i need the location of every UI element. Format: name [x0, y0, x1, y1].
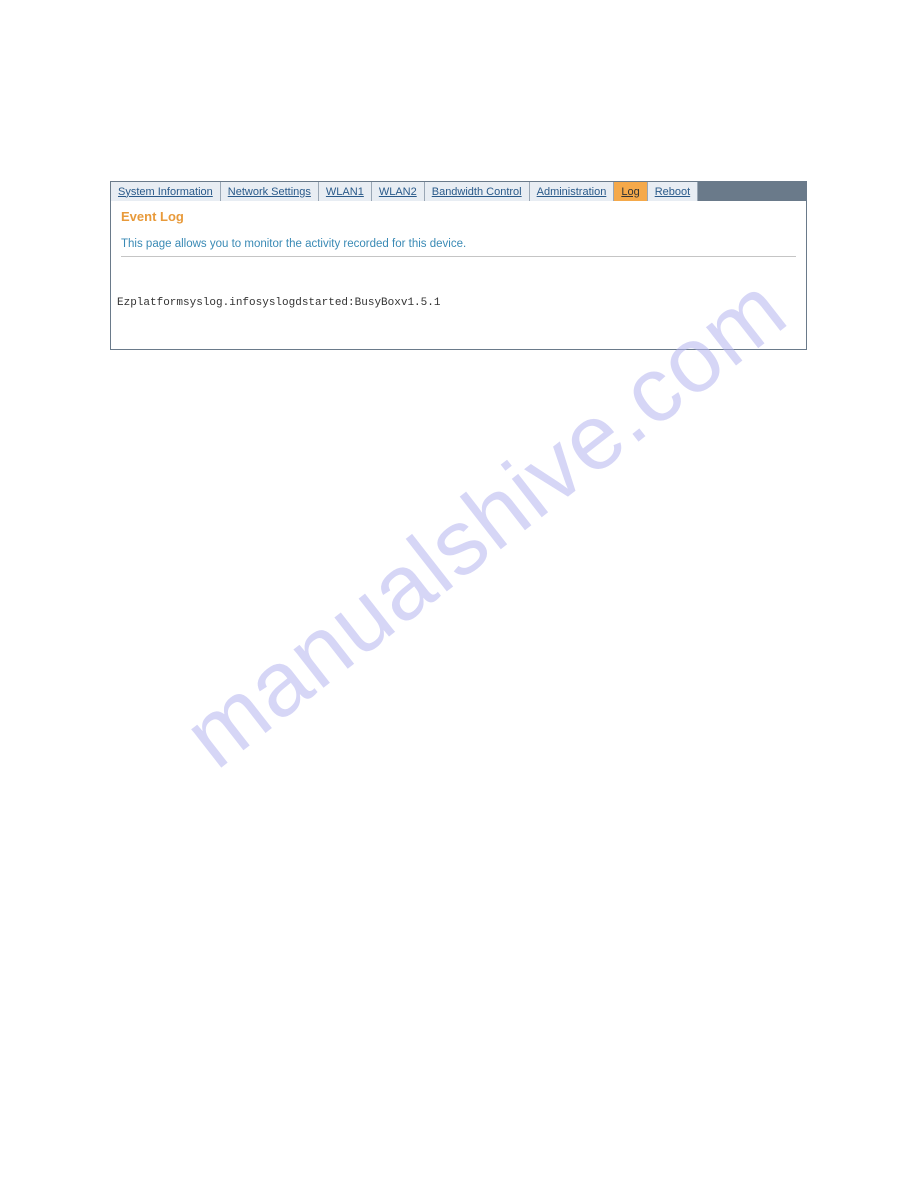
tab-wlan2[interactable]: WLAN2 [372, 182, 425, 201]
log-entry: Ezplatformsyslog.infosyslogdstarted:Busy… [117, 297, 796, 309]
page-title: Event Log [121, 209, 796, 224]
page-description: This page allows you to monitor the acti… [121, 238, 796, 250]
tab-system-information[interactable]: System Information [111, 182, 221, 201]
admin-panel: System Information Network Settings WLAN… [110, 181, 807, 350]
tab-bar: System Information Network Settings WLAN… [111, 182, 806, 201]
tab-wlan1[interactable]: WLAN1 [319, 182, 372, 201]
tab-administration[interactable]: Administration [530, 182, 615, 201]
content-area: Event Log This page allows you to monito… [111, 201, 806, 349]
tab-reboot[interactable]: Reboot [648, 182, 698, 201]
tab-log[interactable]: Log [614, 182, 647, 201]
tabbar-fill [698, 182, 806, 201]
divider [121, 256, 796, 257]
tab-network-settings[interactable]: Network Settings [221, 182, 319, 201]
tab-bandwidth-control[interactable]: Bandwidth Control [425, 182, 530, 201]
